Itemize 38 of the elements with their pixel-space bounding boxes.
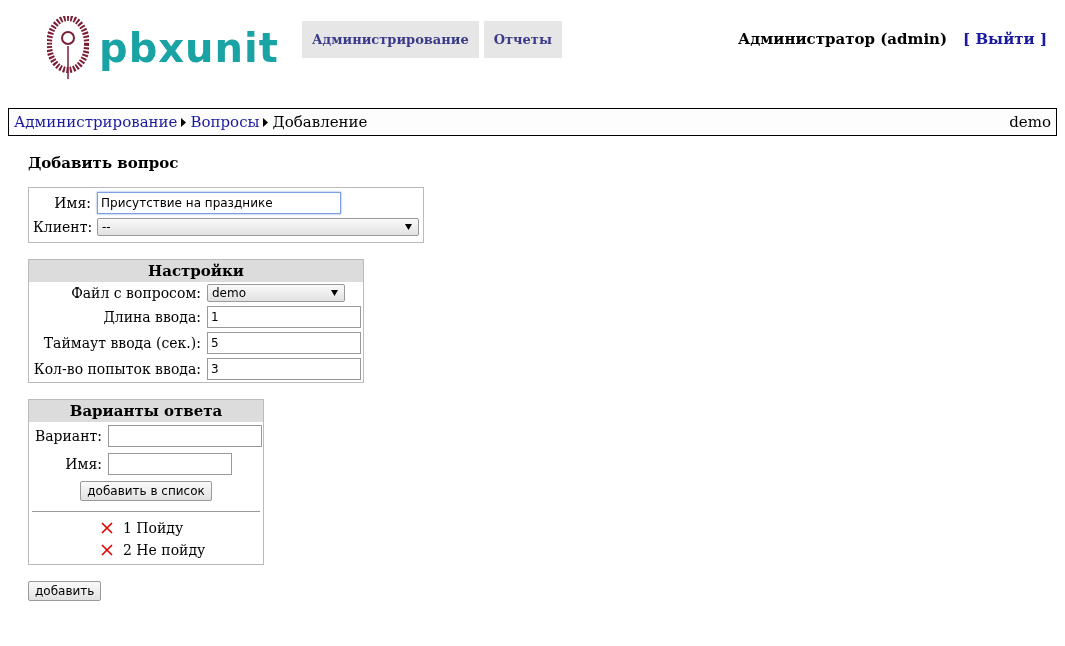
user-name: Администратор (admin)	[738, 30, 948, 48]
nav-tab[interactable]: Администрирование	[302, 20, 479, 58]
dropdown-arrow-icon	[331, 290, 338, 296]
logo-wordmark: pbxunit	[99, 25, 279, 71]
field-label: Имя:	[64, 456, 102, 472]
breadcrumb-link[interactable]: Администрирование	[14, 113, 178, 131]
field-label: Файл с вопросом:	[70, 285, 201, 301]
add-button[interactable]: добавить	[28, 581, 102, 601]
client-select[interactable]: --	[97, 218, 419, 236]
panel-header: Настройки	[29, 260, 363, 282]
answer-item: 1 Пойду	[123, 520, 184, 536]
field-label: Вариант:	[33, 428, 102, 444]
field-label: Таймаут ввода (сек.):	[42, 335, 201, 351]
text-input[interactable]	[108, 453, 232, 475]
field-label: Длина ввода:	[102, 309, 201, 325]
delete-icon[interactable]	[101, 544, 113, 556]
name-input[interactable]: Присутствие на празднике	[97, 192, 341, 214]
breadcrumb-link[interactable]: Вопросы	[190, 113, 260, 131]
breadcrumb-current: Добавление	[272, 113, 368, 131]
file-select[interactable]: demo	[207, 284, 345, 302]
field-label: Имя:	[53, 195, 91, 211]
triangle-icon	[263, 117, 269, 127]
number-input[interactable]: 3	[207, 358, 361, 380]
nav-tab[interactable]: Отчеты	[483, 20, 562, 58]
breadcrumb-right-label: demo	[1009, 113, 1051, 131]
logout-link[interactable]: [ Выйти ]	[963, 30, 1047, 48]
page-title: Добавить вопрос	[28, 154, 180, 172]
number-input[interactable]: 5	[207, 332, 361, 354]
number-input[interactable]: 1	[207, 306, 361, 328]
dropdown-arrow-icon	[405, 224, 412, 230]
answer-item: 2 Не пойду	[123, 542, 206, 558]
triangle-icon	[181, 117, 187, 127]
delete-icon[interactable]	[101, 522, 113, 534]
field-label: Клиент:	[33, 219, 91, 235]
add-to-list-button[interactable]: добавить в список	[80, 481, 212, 501]
text-input[interactable]	[108, 425, 262, 447]
panel-header: Варианты ответа	[29, 400, 263, 422]
field-label: Кол-во попыток ввода:	[32, 361, 201, 377]
